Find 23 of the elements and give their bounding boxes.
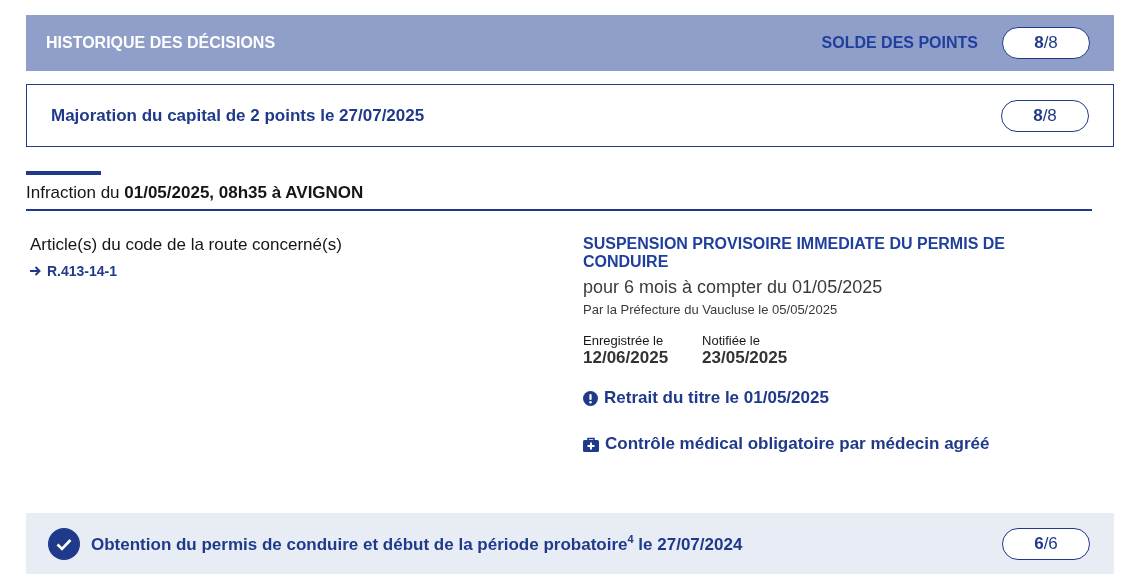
points-badge: 6/6 [1002, 527, 1090, 560]
date-label: Enregistrée le [583, 333, 665, 348]
event-text: Majoration du capital de 2 points le 27/07/2025 [51, 105, 425, 126]
decision-authority: Par la Préfecture du Vaucluse le 05/05/2025 [583, 302, 839, 317]
section-title: HISTORIQUE DES DÉCISIONS [46, 34, 276, 52]
decision-title: SUSPENSION PROVISOIRE IMMEDIATE DU PERMIS DE CONDUIRE [583, 235, 1006, 271]
warning-icon [583, 390, 598, 406]
arrow-icon [30, 266, 41, 276]
date-value: 12/06/2025 [583, 348, 669, 368]
articles-label: Article(s) du code de la route concerné(s) [30, 235, 343, 255]
event-text: Obtention du permis de conduire et début de la période probatoire$^{4}$ le 27/07/2024 [91, 532, 743, 555]
date-value: 23/05/2025 [702, 348, 788, 368]
balance-label: SOLDE DES POINTS [821, 34, 978, 52]
infraction-title: Infraction du 01/05/2025, 08h35 à AVIGNON [26, 183, 1092, 211]
points-badge: 8/8 [1002, 27, 1090, 59]
note-text: Contrôle médical obligatoire par médecin agréé [605, 434, 990, 454]
points-badge: 8/8 [1001, 99, 1089, 132]
article-link[interactable]: R.413-14-1 [47, 263, 118, 279]
check-icon [48, 527, 80, 560]
decision-duration: pour 6 mois à compter du 01/05/2025 [583, 277, 884, 298]
note-text: Retrait du titre le 01/05/2025 [604, 388, 829, 408]
medical-kit-icon [583, 436, 599, 452]
date-label: Notifiée le [702, 333, 761, 348]
